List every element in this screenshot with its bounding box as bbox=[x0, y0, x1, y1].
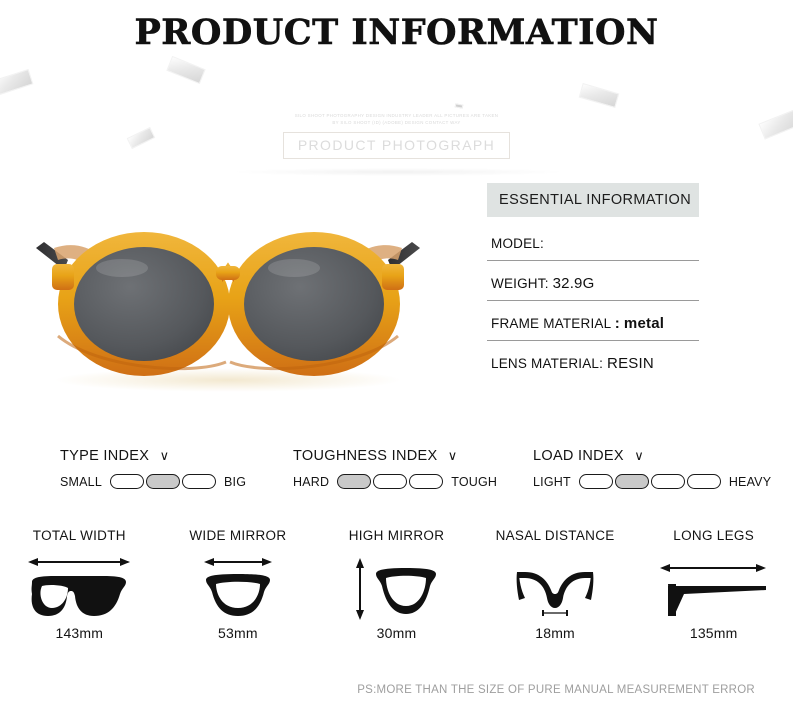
decor-shard bbox=[578, 83, 620, 108]
info-row-model: MODEL: bbox=[487, 217, 699, 261]
index-type-title: TYPE INDEX ∨ bbox=[60, 448, 246, 464]
measure-header: LONG LEGS bbox=[673, 528, 755, 543]
scale-step-4[interactable] bbox=[686, 474, 721, 489]
scale-step-2[interactable] bbox=[146, 474, 180, 489]
watermark-shadow bbox=[233, 168, 563, 176]
info-value-weight: 32.9G bbox=[552, 275, 595, 292]
info-value-frame-material: metal bbox=[623, 315, 665, 332]
bridge-width-icon bbox=[505, 547, 605, 625]
info-value-lens-material: RESIN bbox=[607, 355, 654, 372]
lens-height-icon bbox=[346, 547, 446, 625]
lens-width-icon bbox=[188, 547, 288, 625]
watermark-label: PRODUCT PHOTOGRAPH bbox=[282, 132, 511, 159]
decor-shard bbox=[166, 55, 206, 85]
index-toughness-left-cap: HARD bbox=[293, 474, 330, 489]
measure-header: HIGH MIRROR bbox=[348, 528, 445, 543]
measure-high-mirror: HIGH MIRROR 30mm bbox=[317, 528, 476, 673]
scale-step-3[interactable] bbox=[409, 474, 444, 489]
index-toughness-right-cap: TOUGH bbox=[451, 474, 498, 489]
decor-shard bbox=[454, 103, 464, 109]
info-row-lens-material: LENS MATERIAL: RESIN bbox=[487, 341, 699, 380]
index-load-pills[interactable] bbox=[578, 474, 721, 489]
index-load-label: LOAD INDEX bbox=[533, 448, 624, 464]
measure-wide-mirror: WIDE MIRROR 53mm bbox=[159, 528, 318, 673]
sunglasses-image bbox=[36, 232, 420, 376]
info-label-weight: WEIGHT: bbox=[491, 276, 549, 291]
info-row-frame-material: FRAME MATERIAL : metal bbox=[487, 301, 699, 341]
scale-step-1[interactable] bbox=[578, 474, 613, 489]
measure-header: NASAL DISTANCE bbox=[495, 528, 615, 543]
measure-header: WIDE MIRROR bbox=[189, 528, 287, 543]
info-label-model: MODEL: bbox=[491, 236, 544, 251]
measure-value: 18mm bbox=[535, 625, 575, 641]
index-toughness-title: TOUGHNESS INDEX ∨ bbox=[293, 448, 497, 464]
index-load-scale[interactable]: LIGHT HEAVY bbox=[533, 474, 771, 489]
measure-long-legs: LONG LEGS 135mm bbox=[634, 528, 793, 673]
info-row-weight: WEIGHT: 32.9G bbox=[487, 261, 699, 301]
essential-information-panel: ESSENTIAL INFORMATION MODEL: WEIGHT: 32.… bbox=[487, 183, 699, 380]
scale-step-3[interactable] bbox=[650, 474, 685, 489]
scale-step-1[interactable] bbox=[337, 474, 372, 489]
index-load: LOAD INDEX ∨ LIGHT HEAVY bbox=[533, 448, 771, 489]
watermark-tiny-line-2: BY SILO SHOOT (ID) (ADOBE) DESIGN CONTAC… bbox=[332, 120, 461, 125]
info-separator-frame-material: : bbox=[614, 315, 620, 332]
index-type-scale[interactable]: SMALL BIG bbox=[60, 474, 246, 489]
product-information-page: PRODUCT INFORMATION SILO SHOOT PHOTOGRAP… bbox=[0, 0, 793, 708]
index-load-right-cap: HEAVY bbox=[728, 474, 772, 489]
chevron-down-icon[interactable]: ∨ bbox=[448, 448, 458, 464]
measure-value: 135mm bbox=[689, 625, 738, 641]
measure-value: 53mm bbox=[218, 625, 258, 641]
index-type-pills[interactable] bbox=[110, 474, 216, 489]
scale-step-3[interactable] bbox=[182, 474, 216, 489]
index-type-label: TYPE INDEX bbox=[60, 448, 150, 464]
chevron-down-icon[interactable]: ∨ bbox=[634, 448, 644, 464]
glasses-full-width-icon bbox=[24, 547, 134, 625]
index-scales: TYPE INDEX ∨ SMALL BIG TOUGHNESS INDEX ∨… bbox=[0, 448, 793, 504]
index-toughness-label: TOUGHNESS INDEX bbox=[293, 448, 438, 464]
measurement-grid: TOTAL WIDTH 143mm WIDE MIRROR 53mm HIGH … bbox=[0, 528, 793, 673]
watermark-block: SILO SHOOT PHOTOGRAPHY DESIGN INDUSTRY L… bbox=[0, 112, 793, 159]
measure-header: TOTAL WIDTH bbox=[32, 528, 126, 543]
measure-value: 30mm bbox=[376, 625, 417, 641]
index-toughness-pills[interactable] bbox=[337, 474, 444, 489]
index-toughness-scale[interactable]: HARD TOUGH bbox=[293, 474, 497, 489]
index-load-left-cap: LIGHT bbox=[533, 474, 571, 489]
index-type-right-cap: BIG bbox=[224, 474, 247, 489]
page-title: PRODUCT INFORMATION bbox=[134, 12, 659, 54]
index-load-title: LOAD INDEX ∨ bbox=[533, 448, 771, 464]
index-type: TYPE INDEX ∨ SMALL BIG bbox=[60, 448, 246, 489]
decor-shard bbox=[0, 68, 34, 98]
measure-total-width: TOTAL WIDTH 143mm bbox=[0, 528, 159, 673]
index-toughness: TOUGHNESS INDEX ∨ HARD TOUGH bbox=[293, 448, 497, 489]
essential-information-heading: ESSENTIAL INFORMATION bbox=[487, 183, 699, 217]
measurement-error-note: PS:MORE THAN THE SIZE OF PURE MANUAL MEA… bbox=[357, 684, 755, 696]
watermark-tiny-line-1: SILO SHOOT PHOTOGRAPHY DESIGN INDUSTRY L… bbox=[294, 113, 499, 118]
info-label-lens-material: LENS MATERIAL: bbox=[491, 356, 604, 371]
product-photo bbox=[18, 190, 438, 420]
measure-value: 143mm bbox=[55, 625, 104, 641]
info-label-frame-material: FRAME MATERIAL bbox=[491, 316, 611, 331]
scale-step-2[interactable] bbox=[614, 474, 649, 489]
measure-nasal-distance: NASAL DISTANCE 18mm bbox=[476, 528, 635, 673]
chevron-down-icon[interactable]: ∨ bbox=[160, 448, 170, 464]
scale-step-2[interactable] bbox=[373, 474, 408, 489]
scale-step-1[interactable] bbox=[110, 474, 144, 489]
index-type-left-cap: SMALL bbox=[60, 474, 102, 489]
temple-length-icon bbox=[654, 547, 774, 625]
